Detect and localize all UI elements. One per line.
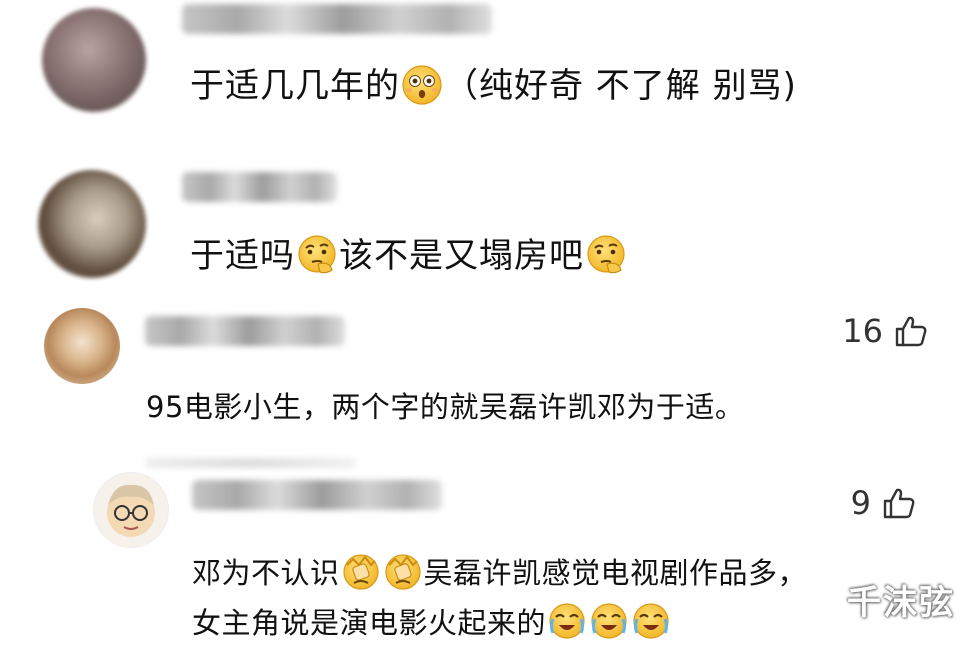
comment-text-part: 邓为不认识 [192, 556, 340, 590]
facepalm-icon [384, 554, 421, 590]
like-count: 9 [850, 484, 871, 522]
comment-text-part: （纯好奇 不了解 别骂) [444, 66, 797, 106]
username-blurred[interactable] [182, 172, 337, 202]
thinking-face-icon [587, 235, 625, 274]
comment-1: 于适几几年的 （纯好奇 不了解 别骂) [0, 0, 969, 120]
username-blurred[interactable] [192, 480, 442, 510]
comment-text-part: 女主角说是演电影火起来的 [192, 606, 547, 640]
watermark: 千沫弦 [847, 583, 955, 623]
comment-3: 16 95电影小生，两个字的就吴磊许凯邓为于适。 [0, 298, 969, 468]
username-blurred[interactable] [145, 316, 345, 346]
username-blurred[interactable] [182, 4, 492, 34]
thumbs-up-icon[interactable] [891, 312, 929, 350]
comment-text-part: 于适几几年的 [190, 66, 400, 106]
comment-text: 于适吗 该不是又塌房吧 [190, 228, 628, 277]
crying-face-icon [549, 603, 585, 639]
avatar-cartoon-icon [107, 484, 155, 537]
avatar[interactable] [93, 472, 169, 548]
avatar[interactable] [38, 170, 146, 278]
like-count: 16 [842, 312, 883, 350]
thinking-face-icon [298, 235, 336, 274]
thumbs-up-icon[interactable] [879, 484, 917, 522]
comment-text: 于适几几年的 （纯好奇 不了解 别骂) [190, 58, 797, 107]
comment-text-line-1: 邓为不认识 吴磊许凯感觉电视剧作品多， [192, 550, 807, 592]
crying-face-icon [591, 603, 627, 639]
divider [146, 458, 356, 468]
comment-4-reply: 9 邓为不认识 吴磊许凯感觉电视剧作品多， 女主角说是演电影火起来的 [0, 470, 969, 646]
avatar[interactable] [44, 308, 120, 384]
comment-2: 于适吗 该不是又塌房吧 [0, 150, 969, 280]
comment-text: 95电影小生，两个字的就吴磊许凯邓为于适。 [146, 390, 745, 424]
comment-text-part: 该不是又塌房吧 [339, 236, 584, 276]
like-group[interactable]: 9 [851, 484, 917, 522]
comment-text-line-2: 女主角说是演电影火起来的 [192, 600, 672, 642]
facepalm-icon [342, 554, 379, 590]
comment-text-part: 于适吗 [190, 236, 295, 276]
comment-text-part: 吴磊许凯感觉电视剧作品多， [423, 556, 808, 590]
avatar[interactable] [42, 8, 146, 112]
astonished-face-icon [402, 65, 442, 105]
like-group[interactable]: 16 [842, 312, 929, 350]
crying-face-icon [633, 603, 669, 639]
